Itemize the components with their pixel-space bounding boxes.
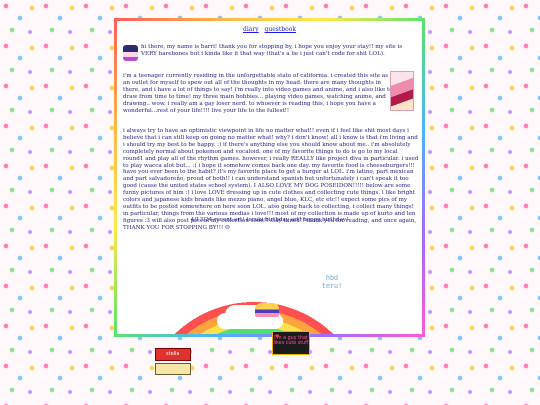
gay-cute-badge[interactable]: ♥ I'm a guy that likes cute stuff [272,331,310,355]
pixel-character-art [255,303,279,317]
intro-section: hi there, my name is barri! thank you fo… [123,44,413,61]
badge-small-2[interactable] [155,363,191,375]
heart-icon: ♥ [275,334,280,340]
top-nav: diary guestbook [117,21,422,34]
badge-small-1[interactable]: stella [155,348,191,361]
teruki-signature-text: hbd teru! [321,274,343,290]
recent-art-caption: 4/13/24 recent art! teruki birthday art!… [190,217,349,223]
main-panel-frame: diary guestbook hi there, my name is bar… [114,18,425,337]
character-art-image [390,71,414,111]
intro-text: hi there, my name is barri! thank you fo… [141,44,403,57]
about-paragraph: i'm a teenager currently residing in the… [123,73,393,114]
profile-avatar-image [123,45,138,61]
nav-link-guestbook[interactable]: guestbook [265,26,296,33]
nav-link-diary[interactable]: diary [243,26,259,33]
badge-small-1-text: stella [166,351,180,357]
main-panel: diary guestbook hi there, my name is bar… [117,21,422,334]
